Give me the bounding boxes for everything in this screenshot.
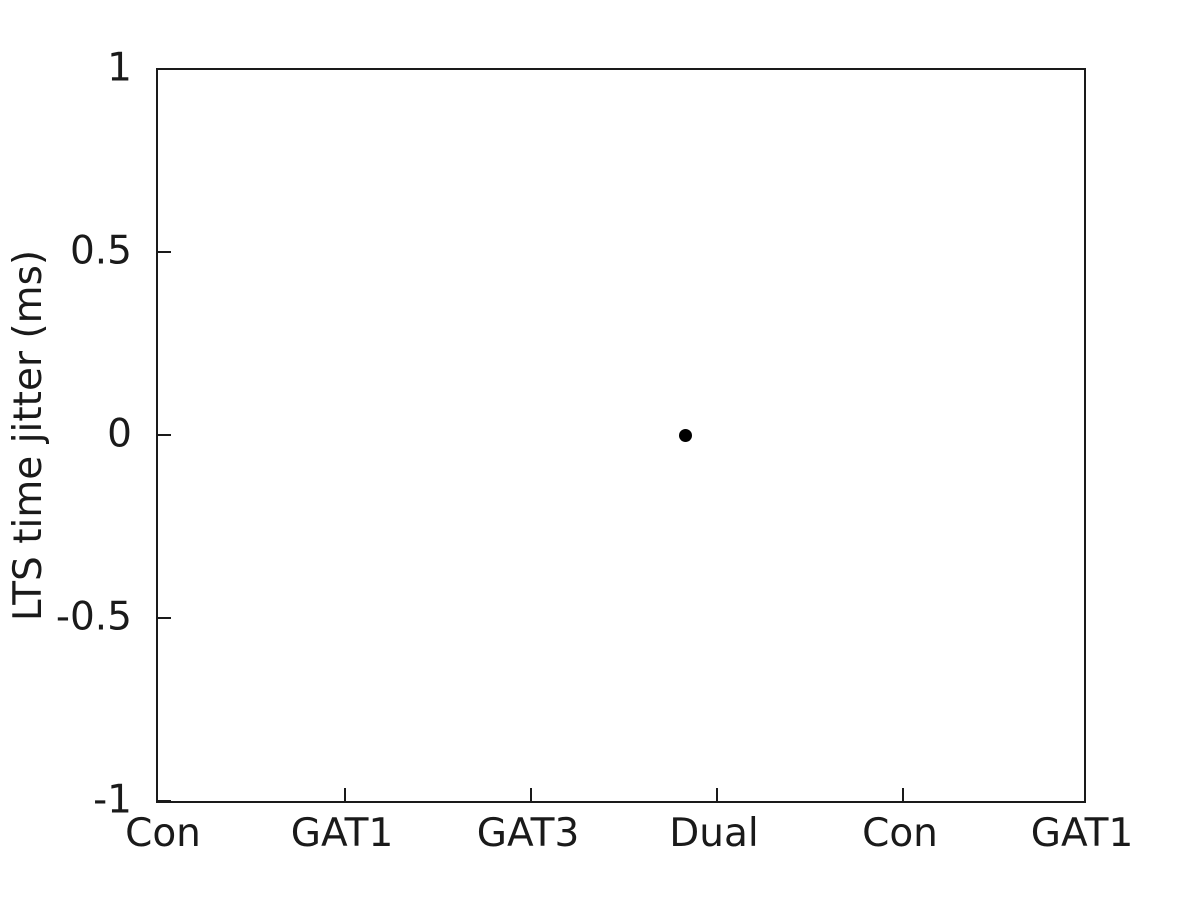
y-tick-mark: [158, 251, 171, 253]
y-tick-mark: [158, 68, 171, 70]
x-tick-mark: [716, 788, 718, 801]
y-tick-mark: [158, 800, 171, 802]
y-tick-mark: [158, 434, 171, 436]
x-tick-mark: [344, 788, 346, 801]
x-tick-label: GAT3: [476, 811, 580, 856]
x-tick-label: GAT1: [1030, 811, 1134, 856]
y-tick-mark: [158, 617, 171, 619]
figure-canvas: LTS time jitter (ms) 1 0.5 0 -0.5 -1 Con…: [0, 0, 1200, 900]
x-tick-mark: [902, 788, 904, 801]
x-tick-label: Con: [125, 811, 201, 856]
x-tick-mark: [530, 788, 532, 801]
x-tick-label: GAT1: [290, 811, 394, 856]
data-point-marker[interactable]: [678, 428, 692, 442]
plot-area[interactable]: [156, 68, 1086, 803]
x-tick-label: Dual: [669, 811, 759, 856]
x-tick-label: Con: [862, 811, 938, 856]
